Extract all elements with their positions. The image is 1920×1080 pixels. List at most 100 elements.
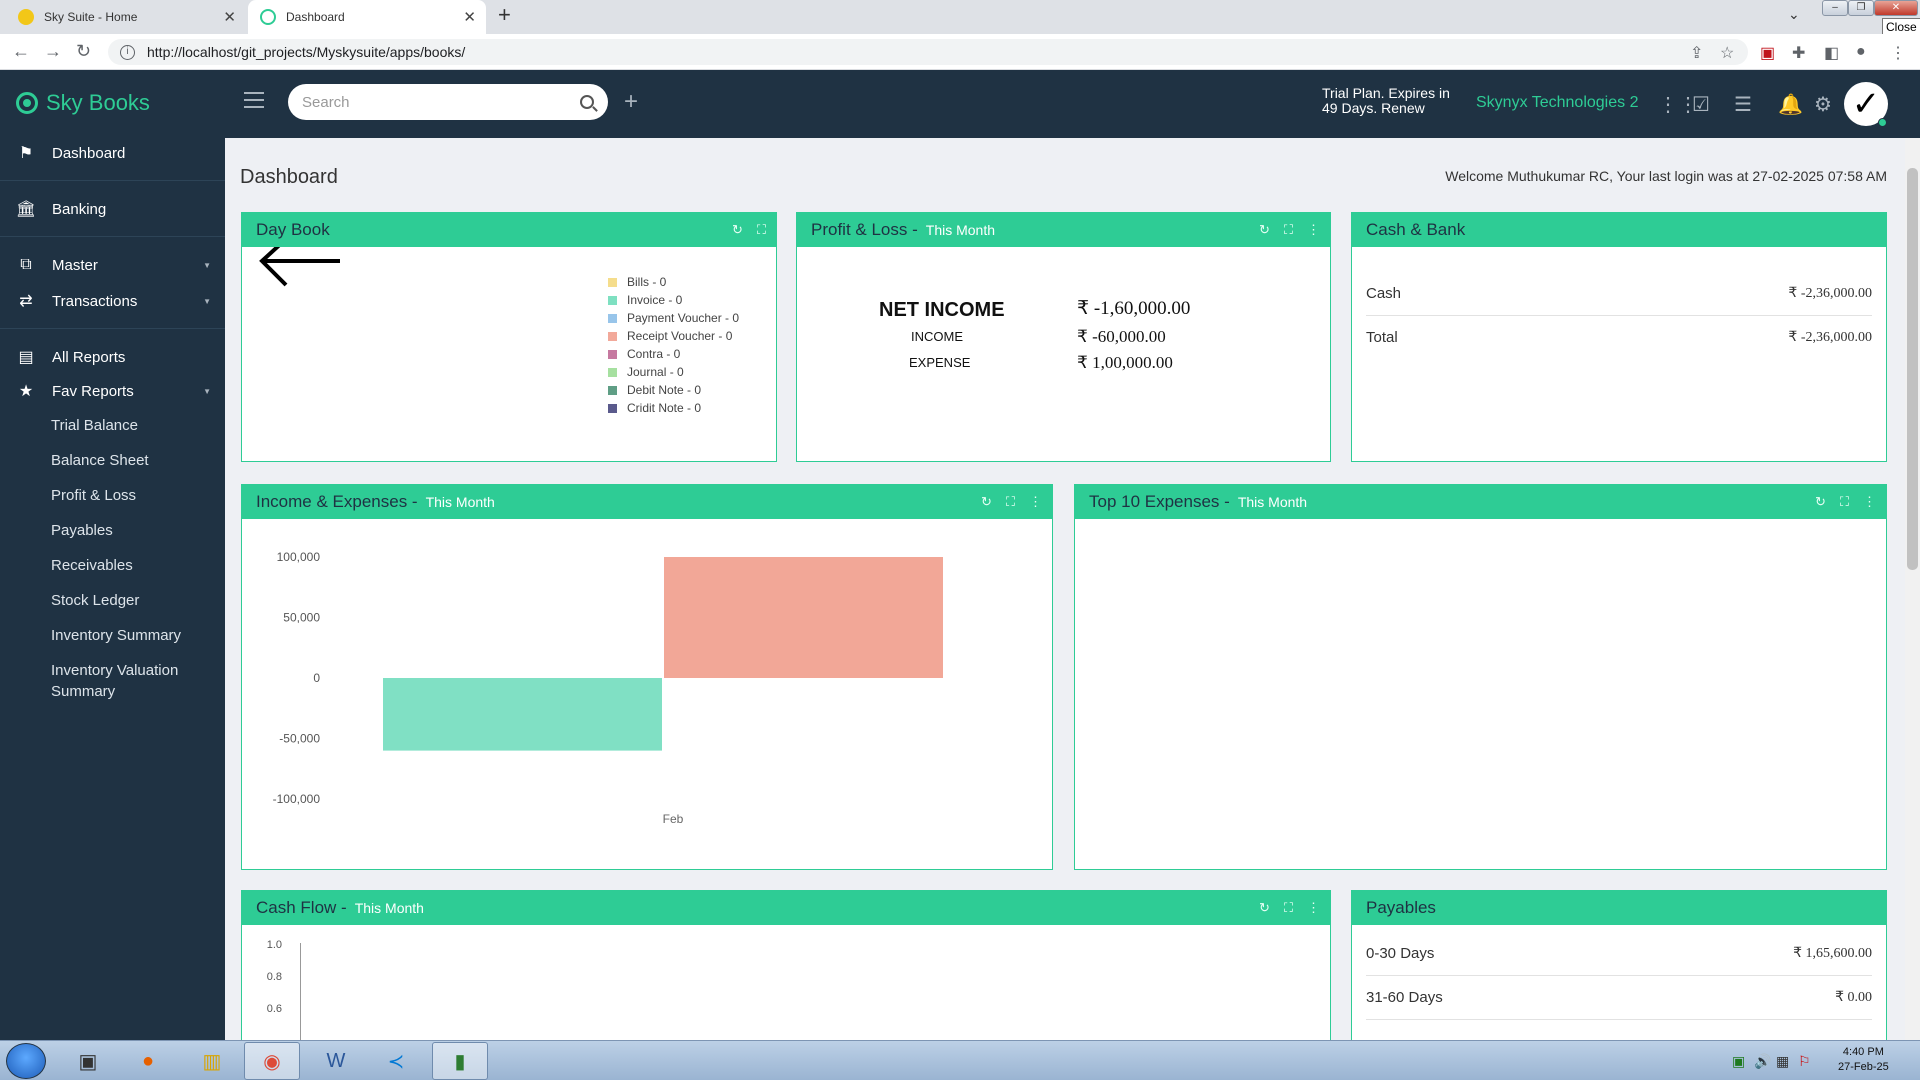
more-options-icon[interactable]: ⋮	[1863, 494, 1876, 510]
extensions-puzzle-icon[interactable]: ✚	[1792, 43, 1805, 63]
cash-row[interactable]: Cash ₹ -2,36,000.00	[1366, 285, 1872, 302]
sidebar-item-inventory-valuation-summary[interactable]: Inventory Valuation Summary	[51, 660, 201, 702]
expand-icon[interactable]: ⛶	[1284, 900, 1293, 916]
browser-tab-dashboard[interactable]: Dashboard ✕	[248, 0, 486, 34]
y-axis-line	[300, 943, 301, 1040]
expand-icon[interactable]: ⛶	[1840, 494, 1849, 510]
search-input[interactable]	[302, 93, 580, 111]
gear-icon[interactable]: ⚙	[1814, 92, 1832, 117]
app-window-icon[interactable]: ▣	[60, 1042, 116, 1080]
list-icon[interactable]: ☰	[1734, 92, 1752, 117]
network-icon[interactable]: ▦	[1776, 1053, 1789, 1070]
sidebar-item-banking[interactable]: 🏛 Banking	[0, 194, 225, 224]
start-button[interactable]	[6, 1043, 46, 1079]
sidebar-item-transactions[interactable]: ⇄ Transactions ▼	[0, 286, 225, 316]
panel-header: Day Book ↻ ⛶	[242, 213, 776, 247]
site-info-icon[interactable]: i	[120, 44, 135, 60]
y-tick-label: 100,000	[277, 550, 321, 564]
legend-item: Payment Voucher - 0	[608, 309, 739, 327]
sidebar-item-master[interactable]: ⧉ Master ▼	[0, 250, 225, 280]
income-value: ₹ -60,000.00	[1077, 327, 1166, 346]
trial-plan-notice[interactable]: Trial Plan. Expires in 49 Days. Renew	[1322, 86, 1450, 116]
chevron-down-icon: ▼	[203, 260, 211, 270]
minimize-window-button[interactable]: ‒	[1822, 0, 1848, 16]
sidebar-item-all-reports[interactable]: ▤ All Reports	[0, 342, 225, 372]
tray-app-icon[interactable]: ▣	[1732, 1053, 1745, 1070]
chart-bar[interactable]	[383, 678, 662, 751]
legend-item: Bills - 0	[608, 273, 739, 291]
pdf-extension-icon[interactable]: ▣	[1760, 43, 1775, 63]
refresh-icon[interactable]: ↻	[981, 494, 992, 510]
sidebar-item-profit-loss[interactable]: Profit & Loss	[51, 485, 221, 506]
firefox-icon[interactable]: ●	[120, 1042, 176, 1080]
refresh-icon[interactable]: ↻	[1815, 494, 1826, 510]
payables-row[interactable]: 0-30 Days ₹ 1,65,600.00	[1366, 945, 1872, 962]
tab-search-chevron-icon[interactable]: ⌄	[1788, 6, 1800, 23]
legend-swatch	[608, 367, 617, 377]
panel-header: Payables	[1352, 891, 1886, 925]
back-arrow-icon[interactable]: ←	[12, 41, 30, 62]
system-clock[interactable]: 4:40 PM 27-Feb-25	[1838, 1045, 1889, 1075]
refresh-icon[interactable]: ↻	[1259, 900, 1270, 916]
side-panel-icon[interactable]: ◧	[1824, 43, 1839, 63]
browser-menu-icon[interactable]: ⋮	[1890, 43, 1906, 63]
expand-icon[interactable]: ⛶	[757, 222, 766, 238]
sidebar-item-fav-reports[interactable]: ★ Fav Reports ▼	[0, 376, 225, 406]
add-new-button[interactable]: +	[624, 88, 638, 116]
close-window-button[interactable]: ✕	[1874, 0, 1918, 16]
income-expenses-chart: 100,000 50,000 0 -50,000 -100,000 Feb	[273, 550, 943, 826]
browser-tab-home[interactable]: Sky Suite - Home ✕	[6, 0, 246, 34]
sidebar-item-inventory-summary[interactable]: Inventory Summary	[51, 625, 221, 646]
chart-app-icon[interactable]: ▮	[432, 1042, 488, 1080]
brand-logo[interactable]: Sky Books	[16, 90, 150, 116]
scrollbar-thumb[interactable]	[1907, 168, 1918, 570]
bookmark-star-icon[interactable]: ☆	[1720, 43, 1734, 63]
file-explorer-icon[interactable]: ▥	[184, 1042, 240, 1080]
sidebar-item-label: Fav Reports	[52, 382, 134, 400]
new-tab-button[interactable]: +	[498, 2, 511, 28]
vscode-icon[interactable]: ≺	[368, 1042, 424, 1080]
forward-arrow-icon[interactable]: →	[44, 41, 62, 62]
tasks-check-icon[interactable]: ☑	[1692, 92, 1710, 117]
sidebar-item-dashboard[interactable]: ⚑ Dashboard	[0, 138, 225, 168]
legend-label: Contra - 0	[627, 347, 681, 361]
sidebar-item-stock-ledger[interactable]: Stock Ledger	[51, 590, 221, 611]
sidebar-item-balance-sheet[interactable]: Balance Sheet	[51, 450, 221, 471]
company-switcher[interactable]: Skynyx Technologies 2	[1476, 94, 1638, 112]
volume-icon[interactable]: 🔊	[1754, 1053, 1771, 1070]
word-icon[interactable]: W	[308, 1042, 364, 1080]
y-tick-label: 1.0	[266, 939, 282, 951]
legend-swatch	[608, 385, 617, 395]
notification-flag-icon[interactable]: ⚐	[1798, 1053, 1811, 1070]
profile-icon[interactable]: ●	[1856, 43, 1866, 61]
sidebar-item-payables[interactable]: Payables	[51, 520, 221, 541]
restore-window-button[interactable]: ❐	[1848, 0, 1874, 16]
row-value: ₹ 0.00	[1835, 990, 1872, 1005]
income-expenses-panel: Income & Expenses - This Month ↻ ⛶ ⋮ 100,0…	[241, 484, 1053, 870]
reload-icon[interactable]: ↻	[76, 41, 91, 62]
legend-swatch	[608, 349, 617, 359]
url-field[interactable]: i http://localhost/git_projects/Myskysui…	[108, 39, 1748, 65]
chrome-icon[interactable]: ◉	[244, 1042, 300, 1080]
sidebar-item-receivables[interactable]: Receivables	[51, 555, 221, 576]
payables-row[interactable]: 31-60 Days ₹ 0.00	[1366, 989, 1872, 1006]
bell-icon[interactable]: 🔔	[1778, 92, 1803, 117]
more-options-icon[interactable]: ⋮	[1307, 900, 1320, 916]
y-tick-label: -50,000	[279, 732, 320, 746]
search-icon[interactable]	[580, 95, 594, 109]
share-icon[interactable]: ⇪	[1690, 43, 1703, 63]
more-options-icon[interactable]: ⋮	[1029, 494, 1042, 510]
chart-bar[interactable]	[664, 557, 943, 678]
expand-icon[interactable]: ⛶	[1284, 222, 1293, 238]
close-tab-icon[interactable]: ✕	[223, 8, 236, 26]
refresh-icon[interactable]: ↻	[732, 222, 743, 238]
refresh-icon[interactable]: ↻	[1259, 222, 1270, 238]
sidebar-item-trial-balance[interactable]: Trial Balance	[51, 415, 221, 436]
more-options-icon[interactable]: ⋮	[1307, 222, 1320, 238]
page-scrollbar[interactable]	[1905, 138, 1920, 1040]
close-tab-icon[interactable]: ✕	[463, 8, 476, 26]
hamburger-menu-icon[interactable]	[244, 92, 264, 113]
expand-icon[interactable]: ⛶	[1006, 494, 1015, 510]
panel-title: Top 10 Expenses -	[1089, 492, 1230, 511]
payables-panel: Payables 0-30 Days ₹ 1,65,600.00 31-60 D…	[1351, 890, 1887, 1040]
